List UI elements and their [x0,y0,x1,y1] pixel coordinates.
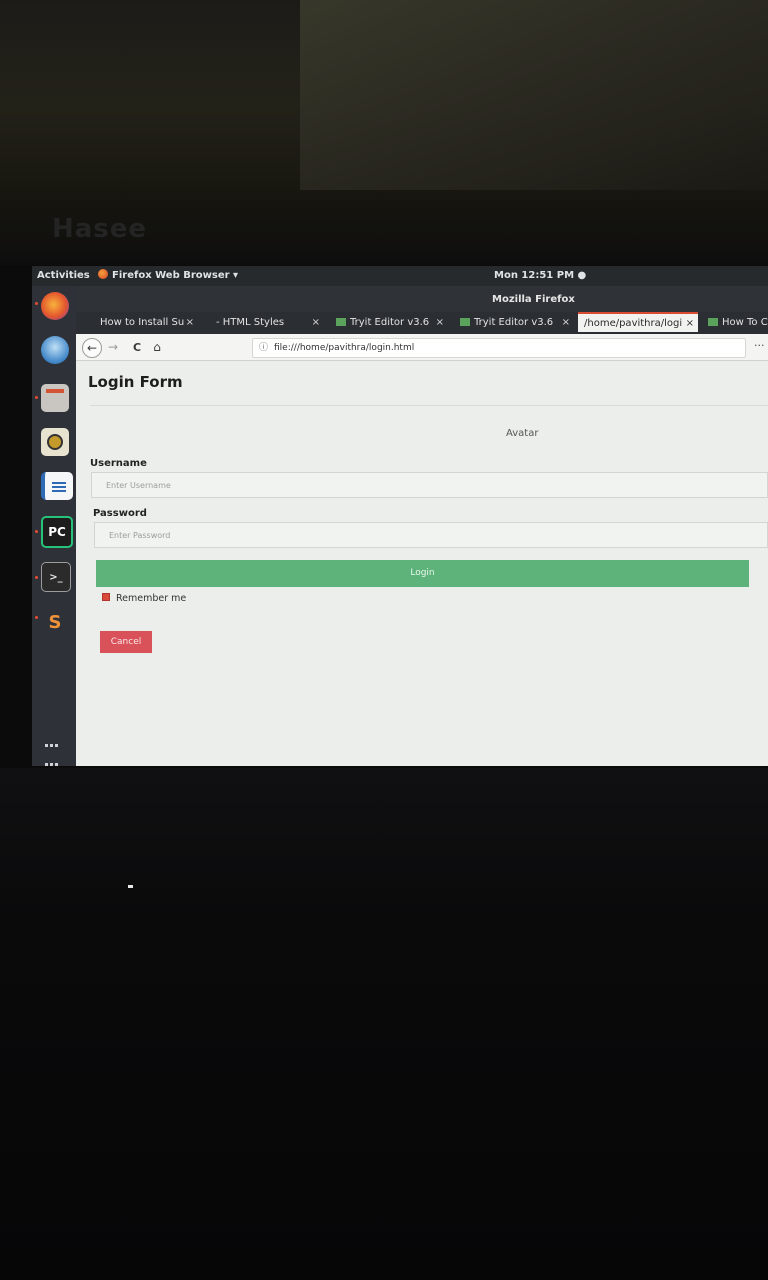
thunderbird-icon[interactable] [41,336,69,364]
files-icon[interactable] [41,384,69,412]
background-reflection [300,0,768,190]
desktop-screen: Activities Firefox Web Browser ▾ Mon 12:… [32,266,768,766]
forward-arrow-icon: → [107,340,119,354]
tab-how-to-install[interactable]: How to Install Su × [82,312,198,334]
navigation-toolbar: ← → C ⌂ ⓘ file:///home/pavithra/login.htm… [76,334,768,361]
show-applications-icon[interactable] [44,733,59,766]
reload-icon: C [132,340,142,354]
remember-me[interactable]: Remember me [102,593,186,604]
tab-strip: How to Install Su × - HTML Styles × Tryit … [76,312,768,334]
tab-close-icon[interactable]: × [562,312,570,334]
login-button[interactable]: Login [96,560,749,587]
page-content: Login Form Avatar ⇖ Username Enter Usern… [76,361,768,766]
running-indicator [35,576,38,579]
laptop-brand-logo: Hasee [52,214,148,244]
writer-lines [52,482,66,484]
keyboard-led [128,885,133,888]
pycharm-label: PC [48,525,66,539]
url-bar[interactable]: ⓘ file:///home/pavithra/login.html [252,338,746,358]
firefox-small-icon [98,269,108,279]
tab-label: /home/pavithra/logi [584,318,683,329]
pycharm-icon[interactable]: PC [41,516,73,548]
tab-close-icon[interactable]: × [186,312,194,334]
tab-favicon [708,318,718,326]
home-icon: ⌂ [153,340,161,354]
tab-label: How to Install Su [100,317,185,328]
writer-icon[interactable] [41,472,73,500]
running-indicator [35,616,38,619]
window-titlebar: Mozilla Firefox [76,286,768,312]
login-form: Avatar ⇖ Username Enter Username Passwor… [90,405,768,726]
app-menu-label: Firefox Web Browser ▾ [112,270,239,281]
tryit-favicon [460,318,470,326]
laptop-keyboard-area [0,768,768,1280]
tab-label: Tryit Editor v3.6 [350,317,430,328]
app-menu[interactable]: Firefox Web Browser ▾ [98,266,238,286]
remember-label: Remember me [116,593,187,604]
sublime-icon[interactable]: S [41,608,69,636]
cancel-button[interactable]: Cancel [100,631,152,653]
username-placeholder: Enter Username [106,481,171,490]
tab-close-icon[interactable]: × [312,312,320,334]
page-actions-icon[interactable]: ··· [754,339,765,352]
tab-label: How To Cr [722,317,768,328]
clock[interactable]: Mon 12:51 PM ● [494,266,586,286]
back-arrow-icon: ← [86,341,98,355]
tab-label: Tryit Editor v3.6 [474,317,554,328]
running-indicator [35,396,38,399]
terminal-icon[interactable]: >_ [41,562,71,592]
gnome-top-bar: Activities Firefox Web Browser ▾ Mon 12:… [32,266,768,286]
password-label: Password [93,508,147,519]
forward-button[interactable]: → [104,338,122,356]
tab-tryit-editor-1[interactable]: Tryit Editor v3.6 × [332,312,448,334]
tab-login-html-active[interactable]: /home/pavithra/logi × [578,312,698,332]
files-icon-stripe [46,389,64,393]
firefox-icon[interactable] [41,292,69,320]
avatar-image-alt: Avatar [506,428,539,439]
back-button[interactable]: ← [82,338,102,358]
username-input[interactable]: Enter Username [91,472,768,498]
tab-tryit-editor-2[interactable]: Tryit Editor v3.6 × [456,312,574,334]
home-button[interactable]: ⌂ [148,338,166,356]
window-title: Mozilla Firefox [492,294,575,305]
tab-close-icon[interactable]: × [686,314,694,332]
tab-label: - HTML Styles [216,317,285,328]
password-input[interactable]: Enter Password [94,522,768,548]
sublime-label: S [48,611,62,633]
password-placeholder: Enter Password [109,531,171,540]
running-indicator [35,302,38,305]
speaker-glyph [47,434,63,450]
tab-html-styles[interactable]: - HTML Styles × [208,312,324,334]
username-label: Username [90,458,147,469]
rhythmbox-icon[interactable] [41,428,69,456]
terminal-label: >_ [49,571,63,583]
reload-button[interactable]: C [128,338,146,356]
info-icon[interactable]: ⓘ [259,339,268,357]
tab-how-to-cr[interactable]: How To Cr [704,312,768,334]
page-title: Login Form [88,373,183,391]
dock: PC >_ S [32,286,76,766]
activities-button[interactable]: Activities [37,266,90,286]
tab-close-icon[interactable]: × [436,312,444,334]
url-text: file:///home/pavithra/login.html [274,343,415,353]
tryit-favicon [336,318,346,326]
running-indicator [35,530,38,533]
remember-checkbox[interactable] [102,593,110,601]
